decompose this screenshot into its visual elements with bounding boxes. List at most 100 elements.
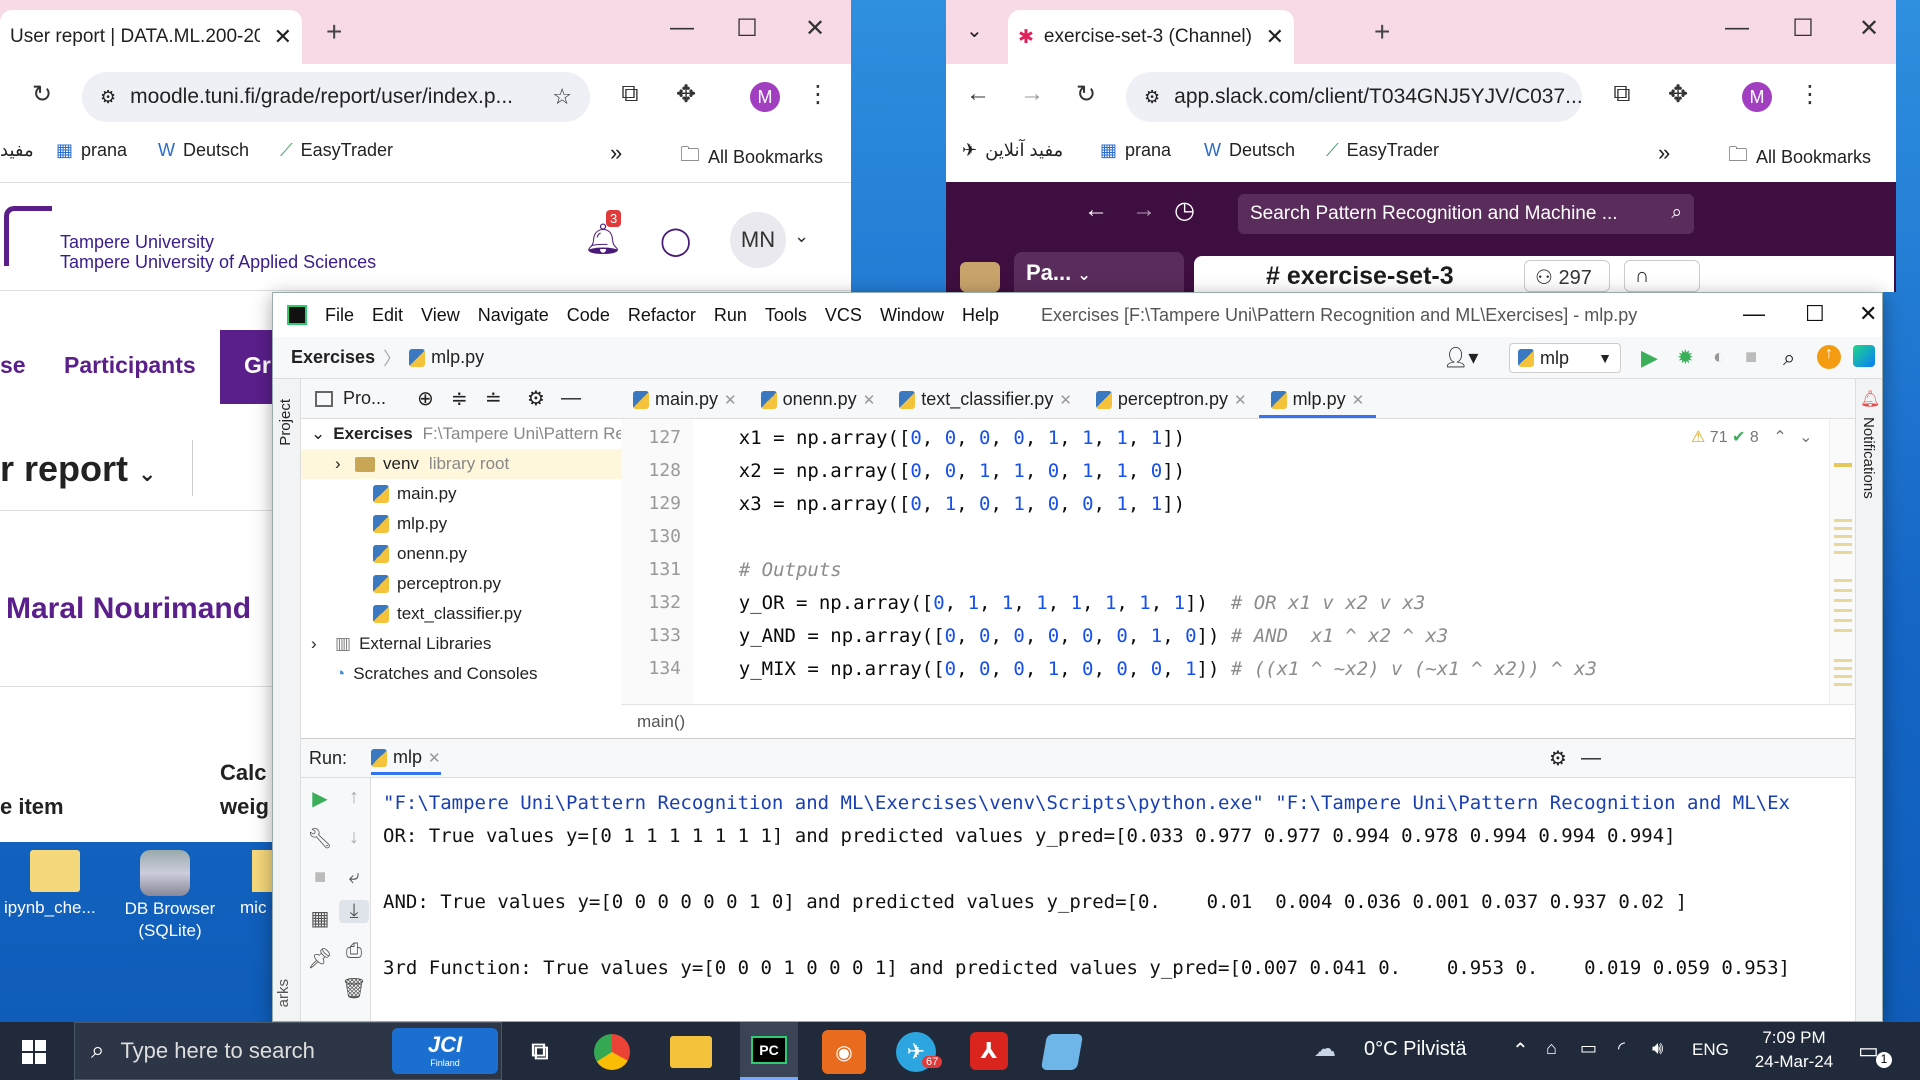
reload-icon[interactable]: ↻ — [26, 80, 58, 109]
maximize-icon[interactable]: ☐ — [730, 14, 764, 43]
arrow-up-icon[interactable]: ↑ — [339, 786, 369, 809]
chevron-up-icon[interactable]: ⌃ — [1773, 429, 1786, 446]
scroll-to-end-icon[interactable]: ⤓ — [339, 900, 369, 923]
tree-node-external-libraries[interactable]: › ▥ External Libraries — [301, 629, 621, 659]
close-icon[interactable]: ✕ — [1059, 391, 1072, 409]
stop-icon[interactable]: ■ — [1745, 346, 1757, 369]
close-icon[interactable]: ✕ — [1234, 391, 1247, 409]
project-label[interactable]: Pro... — [343, 388, 386, 409]
history-icon[interactable]: ◷ — [1174, 196, 1195, 225]
tab-onenn-py[interactable]: onenn.py ✕ — [749, 389, 888, 418]
menu-view[interactable]: View — [421, 305, 460, 326]
close-window-icon[interactable]: ✕ — [798, 14, 832, 43]
menu-dots-icon[interactable]: ⋮ — [1794, 80, 1826, 109]
user-avatar[interactable]: MN — [730, 212, 786, 268]
bookmarks-overflow[interactable]: » — [610, 140, 622, 166]
inspection-widget[interactable]: ⚠ 71 ✔ 8 ⌃ ⌄ — [1691, 427, 1813, 447]
layout-icon[interactable]: ▦ — [305, 906, 335, 931]
channel-name[interactable]: # exercise-set-3 — [1266, 262, 1454, 291]
expand-all-icon[interactable]: ≑ — [451, 386, 468, 411]
menu-file[interactable]: File — [325, 305, 354, 326]
desktop-icon-label[interactable]: mic o — [240, 898, 270, 918]
huddle-button[interactable]: ∩ — [1624, 260, 1700, 292]
profile-avatar[interactable]: M — [750, 82, 780, 112]
weather-text[interactable]: 0°C Pilvistä — [1364, 1038, 1466, 1061]
member-count-button[interactable]: ⚇ 297 — [1524, 260, 1610, 292]
run-icon[interactable]: ▶ — [1641, 345, 1658, 371]
extension-icon[interactable]: ⧉ — [1606, 80, 1638, 108]
address-bar[interactable]: ⚙ app.slack.com/client/T034GNJ5YJV/C037.… — [1126, 72, 1582, 122]
address-bar[interactable]: ⚙ moodle.tuni.fi/grade/report/user/index… — [82, 72, 590, 122]
project-tool-button[interactable]: Project — [277, 399, 294, 446]
bookmark-star-icon[interactable]: ☆ — [552, 84, 572, 110]
slack-search-input[interactable]: Search Pattern Recognition and Machine .… — [1238, 194, 1694, 234]
notepad-icon[interactable] — [1040, 1034, 1084, 1070]
close-window-icon[interactable]: ✕ — [1859, 301, 1877, 327]
notifications-tool-button[interactable]: Notifications — [1860, 417, 1877, 499]
tab-text-classifier-py[interactable]: text_classifier.py ✕ — [887, 389, 1084, 418]
arrow-down-icon[interactable]: ↓ — [339, 826, 369, 849]
chevron-down-icon[interactable]: ⌄ — [1799, 429, 1812, 446]
folder-icon[interactable] — [30, 850, 80, 892]
profile-avatar[interactable]: M — [1742, 82, 1772, 112]
menu-navigate[interactable]: Navigate — [478, 305, 549, 326]
folder-icon[interactable] — [252, 850, 272, 892]
locate-icon[interactable]: ⊕ — [417, 386, 434, 411]
meet-icon[interactable]: ⌂ — [1546, 1038, 1557, 1059]
bell-icon[interactable]: 🔔︎ — [584, 222, 622, 257]
tree-node-text-classifier[interactable]: text_classifier.py — [301, 599, 621, 629]
tree-node-exercises[interactable]: ⌄ Exercises F:\Tampere Uni\Pattern Recogni… — [301, 419, 621, 449]
nav-tab-participants[interactable]: Participants — [64, 352, 196, 379]
maximize-icon[interactable]: ☐ — [1786, 14, 1820, 43]
breadcrumb-file[interactable]: mlp.py — [431, 347, 484, 368]
site-info-icon[interactable]: ⚙ — [100, 87, 116, 108]
hide-icon[interactable]: — — [1581, 747, 1601, 770]
tab-slack[interactable]: ✱ exercise-set-3 (Channel) - Pattern Rec… — [1008, 10, 1294, 64]
new-tab-button[interactable]: + — [1374, 16, 1390, 48]
all-bookmarks[interactable]: 🗀 All Bookmarks — [1728, 140, 1871, 174]
close-icon[interactable]: ✕ — [724, 391, 737, 409]
close-icon[interactable]: ✕ — [264, 24, 292, 50]
task-view-icon[interactable]: ⧉ — [518, 1030, 562, 1074]
menu-vcs[interactable]: VCS — [825, 305, 862, 326]
run-console[interactable]: "F:\Tampere Uni\Pattern Recognition and … — [371, 778, 1882, 1021]
tree-node-main[interactable]: main.py — [301, 479, 621, 509]
hide-icon[interactable]: — — [561, 387, 581, 410]
search-icon[interactable]: ⌕ — [1783, 345, 1795, 371]
student-name[interactable]: Maral Nourimand — [6, 592, 251, 626]
menu-dots-icon[interactable]: ⋮ — [802, 80, 834, 109]
language-indicator[interactable]: ENG — [1692, 1040, 1729, 1060]
chrome-icon[interactable] — [594, 1034, 630, 1070]
pin-icon[interactable]: 📌︎ — [305, 946, 335, 971]
tab-moodle[interactable]: User report | DATA.ML.200-2023-2024-1 Pa… — [0, 10, 302, 64]
menu-edit[interactable]: Edit — [372, 305, 403, 326]
rerun-icon[interactable]: ▶ — [305, 786, 335, 811]
soft-wrap-icon[interactable]: ⤶ — [339, 866, 369, 889]
clock[interactable]: 7:09 PM 24-Mar-24 — [1754, 1026, 1834, 1074]
tab-mlp-py[interactable]: mlp.py ✕ — [1258, 389, 1377, 418]
cloud-icon[interactable]: ☁ — [1314, 1036, 1336, 1062]
chevron-up-icon[interactable]: ⌃ — [1512, 1038, 1529, 1063]
site-info-icon[interactable]: ⚙ — [1144, 87, 1160, 108]
windows-start-icon[interactable] — [22, 1040, 46, 1064]
minimize-icon[interactable]: — — [1743, 301, 1765, 327]
tab-search-icon[interactable]: ⌄ — [966, 18, 983, 43]
reload-icon[interactable]: ↻ — [1070, 80, 1102, 109]
tree-node-mlp[interactable]: mlp.py — [301, 509, 621, 539]
forward-icon[interactable]: → — [1132, 196, 1156, 224]
chat-icon[interactable]: ◯ — [660, 224, 691, 257]
desktop-icon-label[interactable]: ipynb_che... — [4, 898, 96, 918]
bookmark-item[interactable]: ▦ prana — [56, 140, 127, 161]
battery-icon[interactable]: ▭ — [1580, 1038, 1597, 1059]
bookmark-item[interactable]: W Deutsch — [158, 140, 249, 161]
new-tab-button[interactable]: + — [326, 16, 342, 48]
extension-icon[interactable]: ⧉ — [614, 80, 646, 108]
workspace-avatar[interactable] — [960, 262, 1000, 292]
tab-perceptron-py[interactable]: perceptron.py ✕ — [1084, 389, 1259, 418]
menu-tools[interactable]: Tools — [765, 305, 807, 326]
tree-node-venv[interactable]: › venv library root — [301, 449, 621, 479]
close-icon[interactable]: ✕ — [428, 749, 441, 767]
nav-tab-grades[interactable]: Gr — [220, 330, 280, 404]
bookmarks-tool-button[interactable]: arks — [275, 979, 292, 1007]
maximize-icon[interactable]: ☐ — [1805, 301, 1825, 327]
